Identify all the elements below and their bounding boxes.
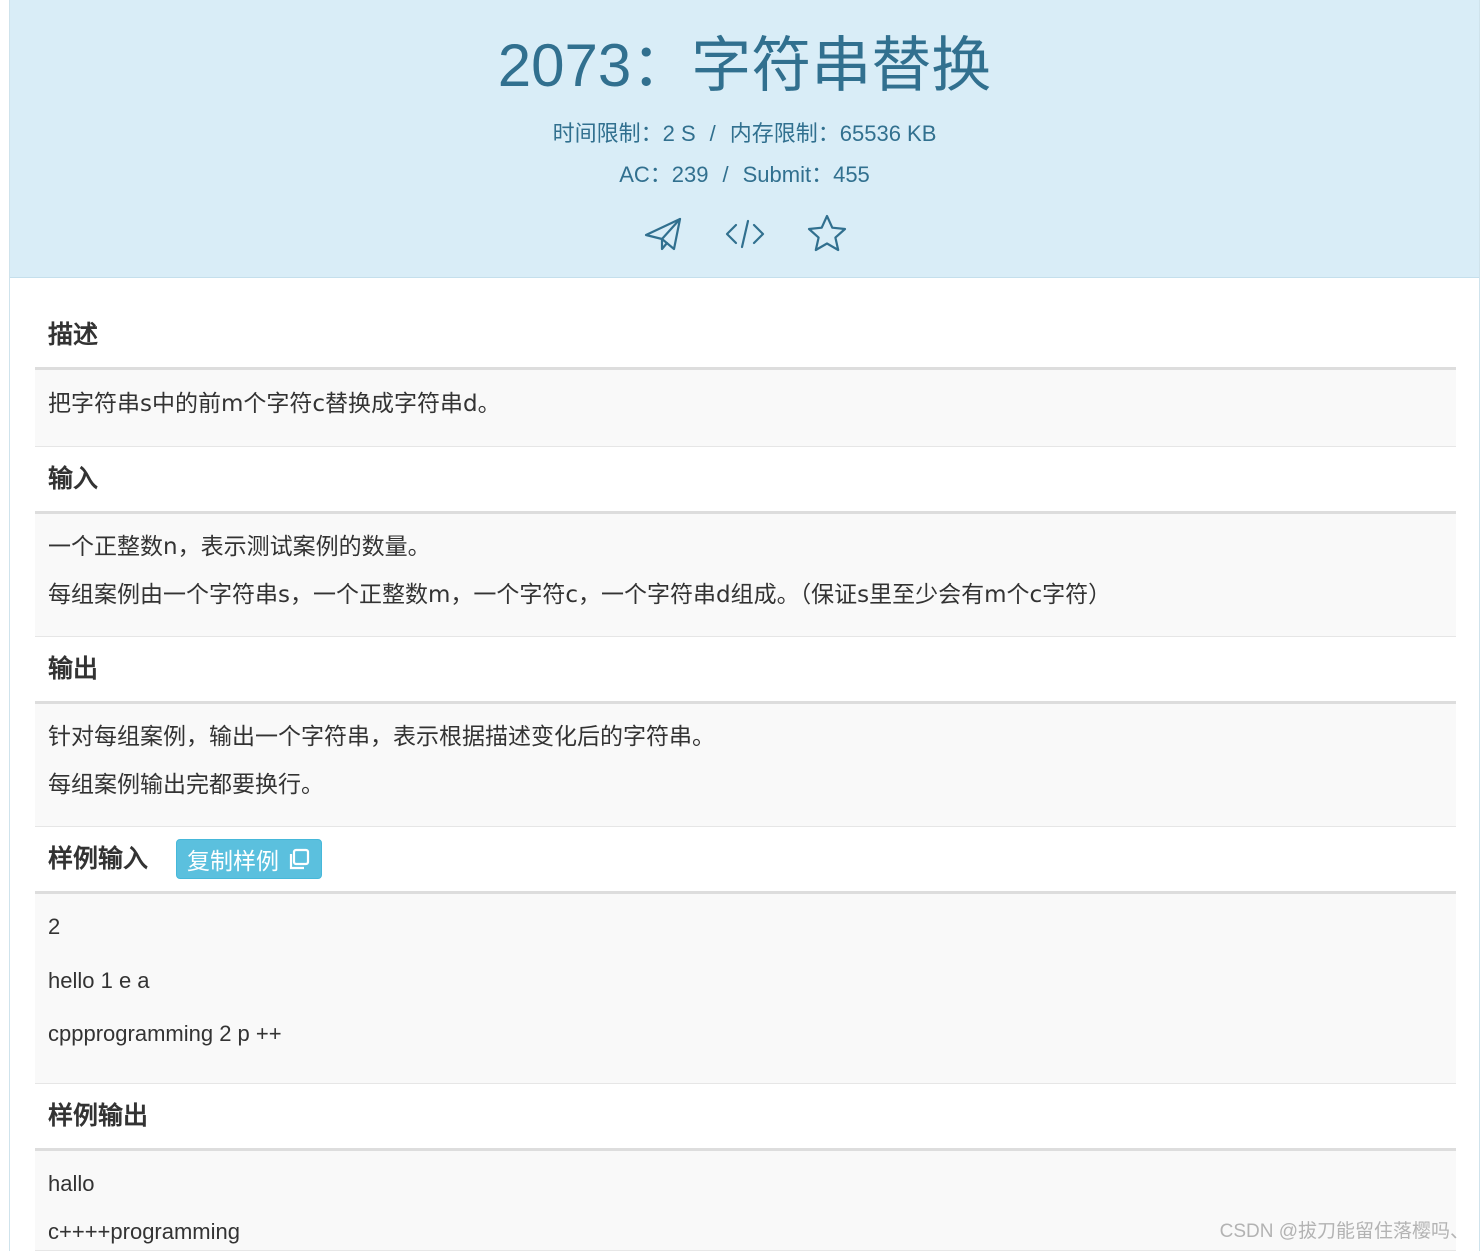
sample-input-heading: 样例输入 (48, 844, 149, 873)
sample-output-line: c++++programming (48, 1219, 240, 1244)
csdn-watermark: CSDN @拔刀能留住落樱吗、 (1219, 1221, 1469, 1242)
output-heading: 输出 (48, 654, 99, 683)
input-heading: 输入 (48, 464, 99, 493)
submit-button[interactable] (641, 212, 685, 256)
submit-count: 455 (833, 162, 870, 187)
ac-label: AC： (619, 162, 672, 187)
description-heading: 描述 (48, 320, 99, 349)
output-text-line: 每组案例输出完都要换行。 (48, 772, 324, 798)
separator: / (709, 121, 716, 146)
time-limit-value: 2 S (662, 121, 696, 146)
input-body: 一个正整数n，表示测试案例的数量。 每组案例由一个字符串s，一个正整数m，一个字… (35, 514, 1456, 637)
output-heading-row: 输出 (35, 637, 1456, 704)
input-heading-row: 输入 (35, 447, 1456, 514)
code-icon (725, 219, 764, 249)
separator: / (722, 162, 729, 187)
output-body: 针对每组案例，输出一个字符串，表示根据描述变化后的字符串。 每组案例输出完都要换… (35, 704, 1456, 827)
copy-sample-button[interactable]: 复制样例 (176, 839, 322, 879)
ac-count: 239 (671, 162, 709, 187)
sample-output-heading: 样例输出 (48, 1101, 149, 1130)
sample-output-heading-row: 样例输出 (35, 1084, 1456, 1151)
sample-input-line: cppprogramming 2 p ++ (48, 1021, 282, 1046)
description-body: 把字符串s中的前m个字符c替换成字符串d。 (35, 370, 1456, 447)
description-heading-row: 描述 (35, 303, 1456, 370)
sample-input-body: 2 hello 1 e a cppprogramming 2 p ++ (35, 894, 1456, 1084)
memory-limit-value: 65536 KB (839, 121, 937, 146)
limits-line: 时间限制：2 S / 内存限制：65536 KB (10, 119, 1479, 149)
paper-plane-icon (644, 217, 681, 251)
copy-icon (289, 848, 310, 870)
sample-input-heading-row: 样例输入 复制样例 (35, 827, 1456, 894)
input-text-line: 一个正整数n，表示测试案例的数量。 (48, 534, 431, 560)
view-code-button[interactable] (723, 212, 767, 256)
problem-header: 2073：字符串替换 时间限制：2 S / 内存限制：65536 KB AC：239… (10, 0, 1479, 278)
sample-input-line: 2 (48, 914, 61, 939)
favorite-button[interactable] (805, 212, 849, 256)
description-text: 把字符串s中的前m个字符c替换成字符串d。 (48, 391, 501, 417)
time-limit-label: 时间限制： (552, 121, 663, 146)
output-text-line: 针对每组案例，输出一个字符串，表示根据描述变化后的字符串。 (48, 724, 715, 750)
problem-title: 2073：字符串替换 (497, 32, 992, 99)
input-text-line: 每组案例由一个字符串s，一个正整数m，一个字符c，一个字符串d组成。（保证s里至… (48, 582, 1112, 608)
sample-output-line: hallo (48, 1171, 95, 1196)
copy-sample-label: 复制样例 (187, 849, 279, 875)
sample-input-line: hello 1 e a (48, 968, 150, 993)
memory-limit-label: 内存限制： (729, 121, 840, 146)
star-icon (807, 214, 846, 252)
problem-page: 2073：字符串替换 时间限制：2 S / 内存限制：65536 KB AC：239… (9, 0, 1480, 1251)
submit-label: Submit： (742, 162, 834, 187)
stats-line: AC：239 / Submit：455 (10, 160, 1479, 190)
action-icons (10, 212, 1479, 256)
